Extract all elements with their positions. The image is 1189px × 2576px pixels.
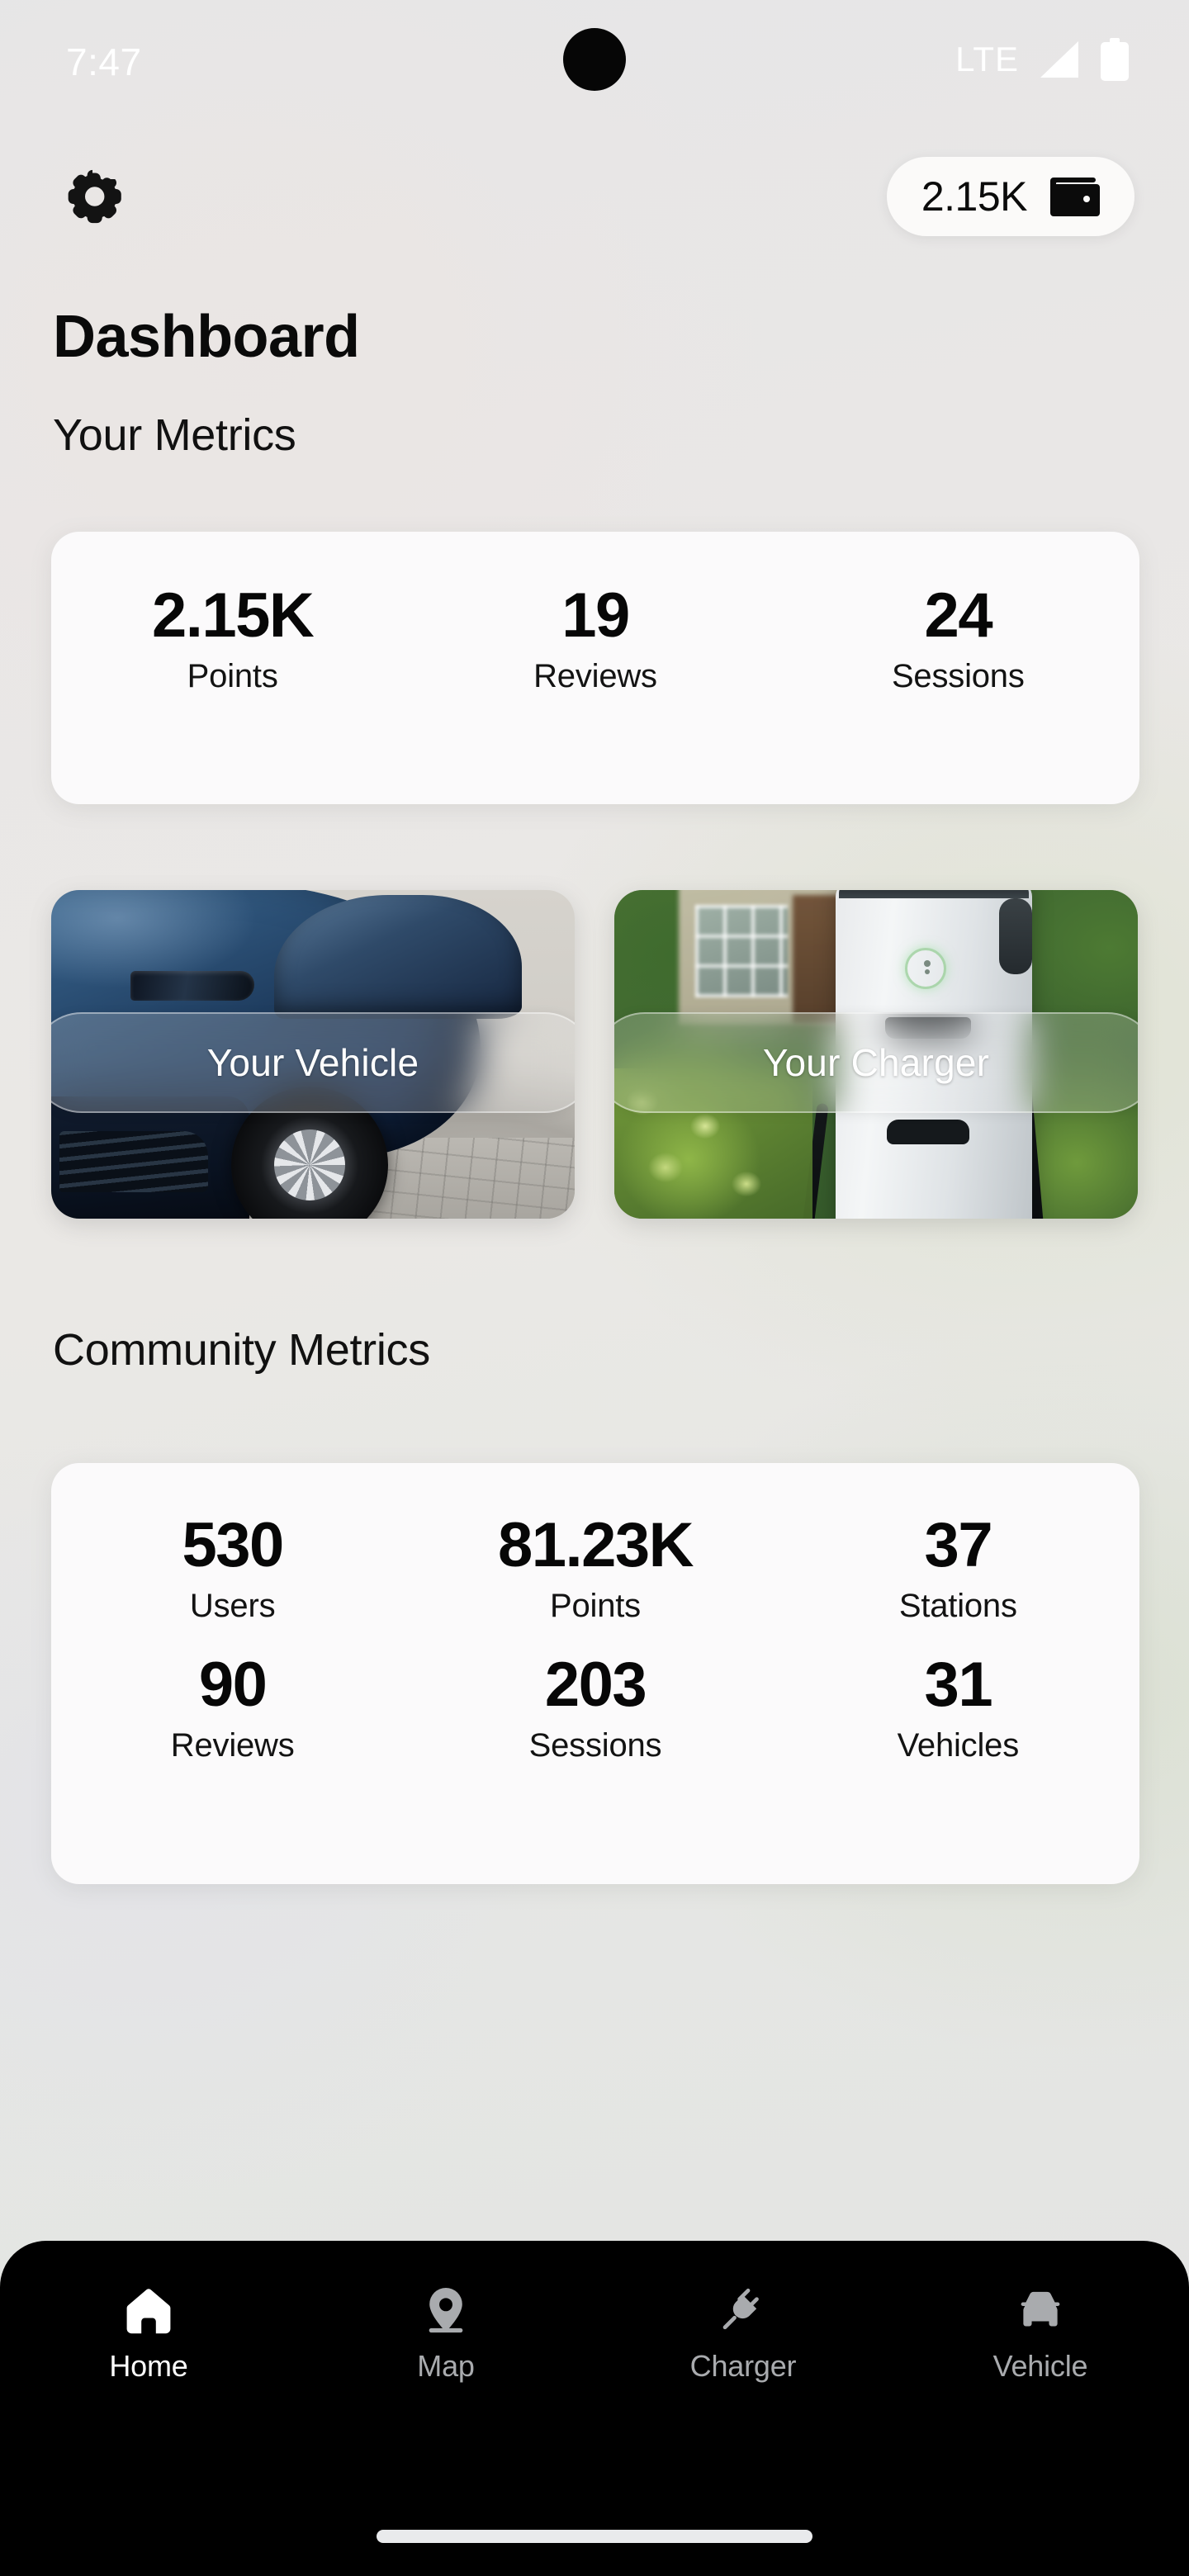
home-indicator[interactable] [377, 2530, 812, 2543]
charger-photo-led [905, 948, 946, 989]
charger-photo-side-panel [999, 898, 1032, 974]
your-metrics-heading: Your Metrics [53, 410, 296, 460]
home-icon [126, 2289, 171, 2334]
bottom-nav-items: Home Map Charger Vehicle [0, 2284, 1189, 2381]
nav-label-home: Home [109, 2349, 188, 2383]
metric-label: Vehicles [897, 1727, 1020, 1764]
network-type-label: LTE [955, 40, 1019, 78]
metric-cell-points: 2.15K Points [51, 583, 414, 693]
settings-button[interactable] [54, 159, 130, 234]
wallet-icon [1050, 178, 1100, 216]
map-pin-icon [429, 2287, 463, 2333]
your-metrics-row: 2.15K Points 19 Reviews 24 Sessions [51, 532, 1139, 693]
your-vehicle-card[interactable]: Your Vehicle [51, 890, 575, 1219]
vehicle-photo-headlight [130, 971, 254, 1001]
metric-value: 203 [544, 1650, 647, 1721]
your-vehicle-pill[interactable]: Your Vehicle [51, 1012, 575, 1113]
your-charger-pill[interactable]: Your Charger [614, 1012, 1138, 1113]
signal-bars-icon [1040, 41, 1078, 78]
car-icon [1021, 2291, 1060, 2327]
metric-label: Reviews [533, 658, 657, 695]
points-balance-value: 2.15K [921, 173, 1028, 220]
gear-icon [68, 169, 121, 224]
points-balance-pill[interactable]: 2.15K [886, 157, 1135, 236]
page-title: Dashboard [53, 304, 360, 370]
bottom-navigation-bar: Home Map Charger Vehicle [0, 2241, 1189, 2576]
metric-label: Points [187, 658, 278, 695]
community-metrics-row-2: 90 Reviews 203 Sessions 31 Vehicles [51, 1622, 1139, 1762]
vehicle-photo-grille [59, 1131, 208, 1192]
community-metrics-row-1: 530 Users 81.23K Points 37 Stations [51, 1463, 1139, 1622]
your-metrics-card: 2.15K Points 19 Reviews 24 Sessions [51, 532, 1139, 804]
metric-cell-reviews: 19 Reviews [414, 583, 776, 693]
nav-item-map[interactable]: Map [297, 2284, 594, 2381]
metric-cell-reviews: 90 Reviews [51, 1652, 414, 1762]
battery-full-icon [1101, 38, 1129, 81]
metric-value: 90 [198, 1650, 268, 1721]
your-vehicle-label: Your Vehicle [206, 1041, 419, 1084]
metric-cell-users: 530 Users [51, 1513, 414, 1622]
status-time: 7:47 [66, 40, 142, 83]
nav-item-home[interactable]: Home [0, 2284, 297, 2381]
your-charger-label: Your Charger [762, 1041, 990, 1084]
charger-photo-unit-top [839, 890, 1029, 898]
nav-label-vehicle: Vehicle [992, 2349, 1088, 2383]
metric-value: 19 [561, 580, 630, 651]
metric-value: 81.23K [497, 1510, 694, 1580]
plug-icon [722, 2288, 759, 2330]
metric-label: Users [189, 1588, 276, 1625]
metric-value: 2.15K [152, 580, 315, 651]
metric-value: 24 [924, 580, 993, 651]
charger-photo-window [695, 905, 788, 997]
community-metrics-heading: Community Metrics [53, 1325, 430, 1375]
your-charger-card[interactable]: Your Charger [614, 890, 1138, 1219]
metric-label: Reviews [170, 1727, 295, 1764]
phone-screen: 7:47 LTE 2.15K Dashboard Your Metrics 2.… [0, 0, 1189, 2576]
charger-photo-slot-bottom [887, 1120, 969, 1144]
metric-value: 37 [924, 1510, 993, 1580]
metric-label: Sessions [528, 1727, 662, 1764]
metric-cell-stations: 37 Stations [777, 1513, 1139, 1622]
community-metrics-card: 530 Users 81.23K Points 37 Stations 90 R… [51, 1463, 1139, 1884]
metric-cell-points: 81.23K Points [414, 1513, 776, 1622]
status-indicators: LTE [955, 38, 1131, 81]
metric-value: 530 [182, 1510, 285, 1580]
metric-label: Sessions [891, 658, 1025, 695]
metric-cell-sessions: 203 Sessions [414, 1652, 776, 1762]
metric-cell-sessions: 24 Sessions [777, 583, 1139, 693]
nav-label-charger: Charger [689, 2349, 797, 2383]
metric-label: Points [550, 1588, 641, 1625]
nav-item-charger[interactable]: Charger [594, 2284, 892, 2381]
metric-cell-vehicles: 31 Vehicles [777, 1652, 1139, 1762]
nav-item-vehicle[interactable]: Vehicle [892, 2284, 1189, 2381]
camera-cutout [563, 28, 626, 91]
metric-label: Stations [898, 1588, 1017, 1625]
app-top-bar: 2.15K [0, 150, 1189, 249]
metric-value: 31 [924, 1650, 993, 1721]
nav-label-map: Map [417, 2349, 475, 2383]
